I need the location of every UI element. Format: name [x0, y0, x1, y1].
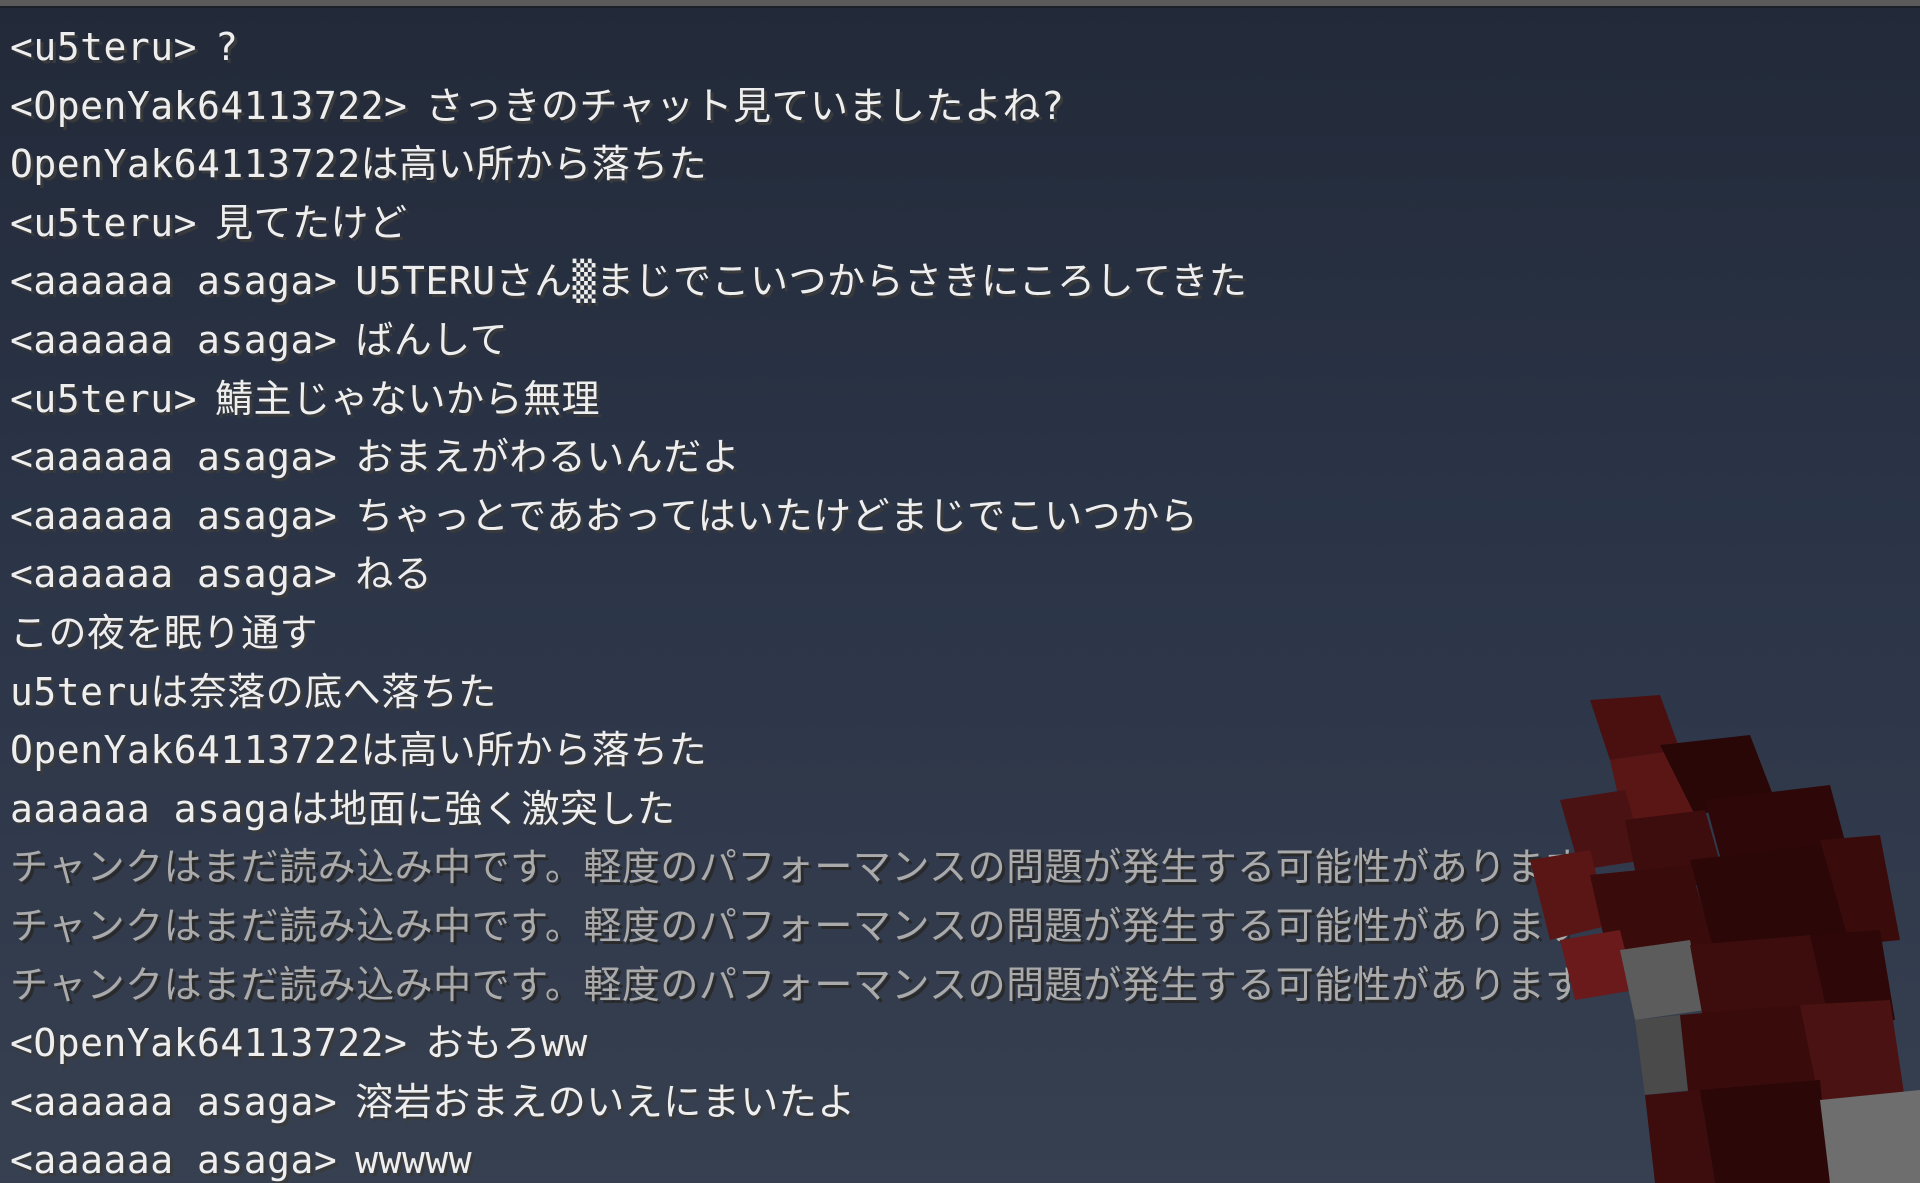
chat-message: U5TERUさん▒まじでこいつからさきにころしてきた — [355, 259, 1248, 304]
chat-line: u5teruは奈落の底へ落ちた — [10, 663, 1570, 722]
chat-message: aaaaaa asagaは地面に強く激突した — [10, 786, 676, 831]
chat-line: <u5teru> 鯖主じゃないから無理 — [10, 370, 1570, 429]
chat-message: 溶岩おまえのいえにまいたよ — [355, 1079, 856, 1124]
chat-line: OpenYak64113722は高い所から落ちた — [10, 135, 1570, 194]
chat-line: aaaaaa asagaは地面に強く激突した — [10, 780, 1570, 839]
chat-line: この夜を眠り通す — [10, 604, 1570, 663]
chat-message: ? — [215, 25, 239, 69]
chat-line: <u5teru> 見てたけど — [10, 194, 1570, 253]
chat-sender: <aaaaaa asaga> — [10, 435, 338, 480]
chat-message: チャンクはまだ読み込み中です。軽度のパフォーマンスの問題が発生する可能性がありま… — [10, 845, 1570, 890]
chat-message: OpenYak64113722は高い所から落ちた — [10, 142, 708, 187]
chat-line: OpenYak64113722は高い所から落ちた — [10, 721, 1570, 780]
chat-line: <aaaaaa asaga> ちゃっとであおってはいたけどまじでこいつから — [10, 487, 1570, 546]
chat-sender: <aaaaaa asaga> — [10, 493, 338, 538]
held-item-icon — [1530, 690, 1920, 1183]
chat-line: <OpenYak64113722> おもろww — [10, 1014, 1570, 1073]
chat-line: <aaaaaa asaga> ねる — [10, 545, 1570, 604]
chat-message: OpenYak64113722は高い所から落ちた — [10, 728, 708, 773]
chat-message: おもろww — [425, 1021, 588, 1066]
chat-message: おまえがわるいんだよ — [355, 435, 741, 480]
chat-line: <aaaaaa asaga> ばんして — [10, 311, 1570, 370]
chat-sender: <aaaaaa asaga> — [10, 317, 338, 362]
chat-message: ちゃっとであおってはいたけどまじでこいつから — [355, 493, 1199, 538]
chat-line: <u5teru>? — [10, 18, 1570, 77]
chat-line: <aaaaaa asaga> wwwww — [10, 1131, 1570, 1183]
chat-message: さっきのチャット見ていましたよね? — [425, 83, 1065, 128]
chat-line: チャンクはまだ読み込み中です。軽度のパフォーマンスの問題が発生する可能性がありま… — [10, 897, 1570, 956]
chat-message: チャンクはまだ読み込み中です。軽度のパフォーマンスの問題が発生する可能性がありま… — [10, 903, 1570, 948]
chat-sender: <OpenYak64113722> — [10, 83, 408, 128]
chat-message: ねる — [355, 552, 433, 597]
chat-message: 鯖主じゃないから無理 — [215, 376, 601, 421]
chat-line: チャンクはまだ読み込み中です。軽度のパフォーマンスの問題が発生する可能性がありま… — [10, 956, 1570, 1015]
chat-sender: <aaaaaa asaga> — [10, 1138, 338, 1183]
chat-sender: <aaaaaa asaga> — [10, 552, 338, 597]
chat-message: u5teruは奈落の底へ落ちた — [10, 669, 497, 714]
window-top-border — [0, 0, 1920, 8]
chat-message: wwwww — [355, 1138, 473, 1183]
chat-line: <aaaaaa asaga> おまえがわるいんだよ — [10, 428, 1570, 487]
chat-sender: <aaaaaa asaga> — [10, 259, 338, 304]
chat-message: ばんして — [355, 317, 509, 362]
chat-sender: <OpenYak64113722> — [10, 1021, 408, 1066]
chat-line: <aaaaaa asaga> U5TERUさん▒まじでこいつからさきにころしてきた — [10, 252, 1570, 311]
chat-message: 見てたけど — [215, 200, 408, 245]
chat-sender: <u5teru> — [10, 200, 198, 245]
chat-line: <OpenYak64113722> さっきのチャット見ていましたよね? — [10, 77, 1570, 136]
chat-message: チャンクはまだ読み込み中です。軽度のパフォーマンスの問題が発生する可能性がありま… — [10, 962, 1570, 1007]
chat-sender: <aaaaaa asaga> — [10, 1079, 338, 1124]
chat-line: <aaaaaa asaga> 溶岩おまえのいえにまいたよ — [10, 1073, 1570, 1132]
chat-sender: <u5teru> — [10, 25, 198, 69]
chat-sender: <u5teru> — [10, 376, 198, 421]
chat-log: <u5teru>? <OpenYak64113722> さっきのチャット見ていまし… — [10, 18, 1570, 1183]
chat-line: チャンクはまだ読み込み中です。軽度のパフォーマンスの問題が発生する可能性がありま… — [10, 838, 1570, 897]
chat-message: この夜を眠り通す — [10, 610, 319, 655]
